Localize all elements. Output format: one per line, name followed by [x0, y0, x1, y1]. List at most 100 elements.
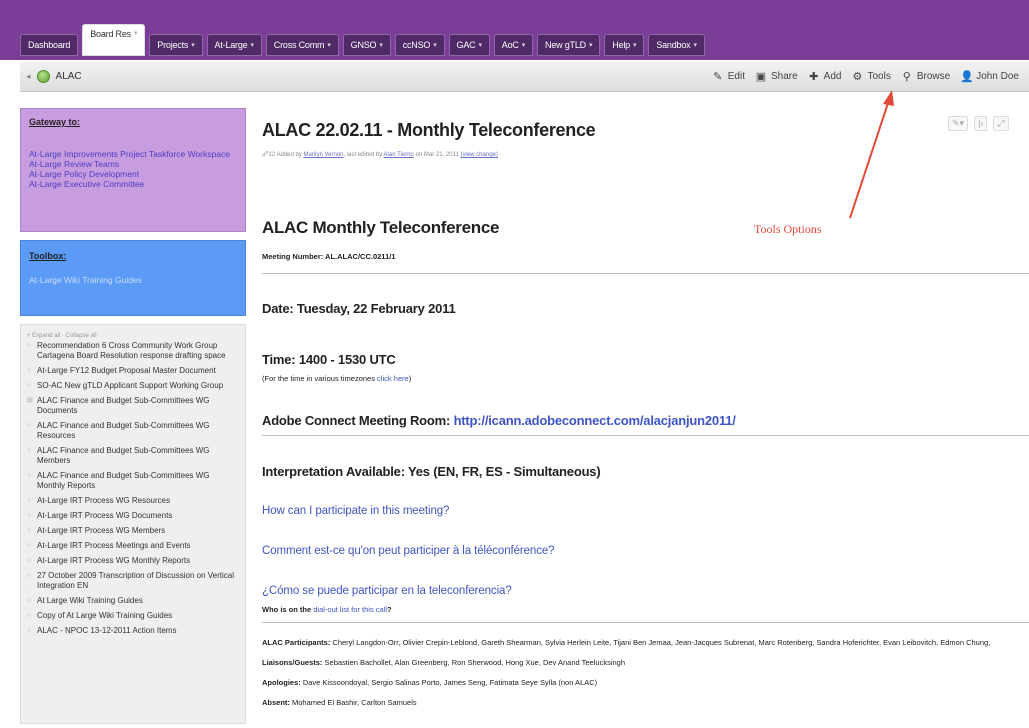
tree-item-label: ALAC Finance and Budget Sub-Committees W…	[37, 471, 210, 490]
tree-controls[interactable]: + Expand all · Collapse all	[27, 333, 239, 339]
page-byline: 🖉12 Added by Marilyn Vernon, last edited…	[262, 150, 1029, 160]
nav-tab-label: Dashboard	[28, 40, 71, 50]
tree-item[interactable]: ○ Recommendation 6 Cross Community Work G…	[27, 341, 239, 361]
nav-tab-gnso[interactable]: GNSO ▾	[342, 34, 391, 56]
tree-item-label: At-Large FY12 Budget Proposal Master Doc…	[37, 366, 216, 375]
browse-button[interactable]: ⚲ Browse	[901, 71, 950, 83]
gateway-link[interactable]: At-Large Executive Committee	[29, 179, 237, 189]
page-bullet-icon: ○	[27, 472, 32, 479]
tree-item[interactable]: ○ At-Large IRT Process Meetings and Event…	[27, 541, 239, 551]
participate-fr[interactable]: Comment est-ce qu'on peut participer à l…	[262, 545, 555, 557]
view-change-link[interactable]: (view change)	[461, 152, 498, 158]
tree-item[interactable]: ○ At-Large IRT Process WG Monthly Reports	[27, 556, 239, 566]
tree-item-label: At Large Wiki Training Guides	[37, 596, 143, 605]
nav-tab-label: ccNSO	[402, 40, 431, 50]
share-button[interactable]: ▣ Share	[755, 71, 798, 83]
divider	[262, 273, 1029, 274]
tree-item[interactable]: ○ Copy of At Large Wiki Training Guides	[27, 611, 239, 621]
add-button[interactable]: ✚ Add	[808, 71, 842, 83]
nav-tab-board-res[interactable]: Board Res ▾	[82, 24, 146, 56]
gateway-link[interactable]: At-Large Policy Development	[29, 169, 237, 179]
tree-item-label: Copy of At Large Wiki Training Guides	[37, 611, 173, 620]
nav-tab-label: Cross Comm	[273, 40, 325, 50]
tree-item[interactable]: ○ SO-AC New gTLD Applicant Support Workin…	[27, 381, 239, 391]
tree-item-label: At-Large IRT Process WG Documents	[37, 511, 173, 520]
nav-tab-aoc[interactable]: AoC ▾	[493, 34, 534, 56]
editor-link[interactable]: Alan Tierno	[384, 152, 414, 158]
dial-out-note: Who is on the dial-out list for this cal…	[262, 605, 392, 614]
edit-label: Edit	[727, 71, 745, 82]
participate-es[interactable]: ¿Cómo se puede participar en la teleconf…	[262, 585, 512, 597]
gateway-link[interactable]: At-Large Review Teams	[29, 159, 237, 169]
nav-tab-label: Projects	[157, 40, 189, 50]
dial-out-link[interactable]: dial-out list for this call	[313, 605, 387, 614]
absent-list: Mohamed El Bashir, Carlton Samuels	[289, 698, 417, 707]
tree-item-label: ALAC Finance and Budget Sub-Committees W…	[37, 446, 210, 465]
page-bullet-icon: ○	[27, 597, 32, 604]
tree-item[interactable]: ○ ALAC Finance and Budget Sub-Committees …	[27, 446, 239, 466]
adobe-connect-link[interactable]: http://icann.adobeconnect.com/alacjanjun…	[454, 413, 736, 428]
tree-item[interactable]: ○ ALAC Finance and Budget Sub-Committees …	[27, 471, 239, 491]
tree-item[interactable]: ○ ALAC Finance and Budget Sub-Committees …	[27, 421, 239, 441]
tree-item[interactable]: ○ At Large Wiki Training Guides	[27, 596, 239, 606]
adobe-label: Adobe Connect Meeting Room:	[262, 413, 454, 428]
liaisons: Liaisons/Guests: Sebastien Bachollet, Al…	[262, 658, 625, 667]
page-bullet-icon: ○	[27, 612, 32, 619]
nav-tab-at-large[interactable]: At-Large ▾	[206, 34, 262, 56]
adobe-connect: Adobe Connect Meeting Room: http://icann…	[262, 413, 736, 428]
participants-label: ALAC Participants:	[262, 638, 331, 647]
page-toolbar: ◂ ALAC ✎ Edit ▣ Share ✚ Add ⚙ Tools ⚲ Br…	[20, 62, 1029, 92]
tools-button[interactable]: ⚙ Tools	[851, 70, 891, 83]
tools-label: Tools	[867, 71, 891, 82]
timezones-link[interactable]: click here	[377, 374, 409, 383]
apologies-label: Apologies:	[262, 678, 301, 687]
nav-tab-gac[interactable]: GAC ▾	[448, 34, 490, 56]
left-sidebar: Gateway to: At-Large Improvements Projec…	[20, 108, 246, 724]
page-bullet-icon: ○	[27, 367, 32, 374]
nav-tab-dashboard[interactable]: Dashboard	[20, 34, 79, 56]
chevron-down-icon: ▾	[588, 42, 593, 49]
nav-tab-label: GNSO	[350, 40, 377, 50]
breadcrumb-space[interactable]: ALAC	[56, 71, 82, 82]
back-arrow-icon[interactable]: ◂	[26, 71, 31, 82]
interpretation: Interpretation Available: Yes (EN, FR, E…	[262, 464, 601, 479]
nav-tab-new-gtld[interactable]: New gTLD ▾	[537, 34, 601, 56]
page-bullet-icon: ○	[27, 527, 32, 534]
nav-tab-sandbox[interactable]: Sandbox ▾	[648, 34, 705, 56]
chevron-down-icon: ▾	[250, 42, 254, 49]
add-label: Add	[823, 71, 842, 82]
gear-icon: ⚙	[852, 70, 863, 83]
tree-items: ○ Recommendation 6 Cross Community Work G…	[27, 341, 239, 636]
tree-item[interactable]: ⊞ ALAC Finance and Budget Sub-Committees …	[27, 396, 239, 416]
gateway-link[interactable]: At-Large Improvements Project Taskforce …	[29, 149, 237, 159]
toolbox-link[interactable]: At-Large Wiki Training Guides	[29, 275, 237, 285]
nav-tab-help[interactable]: Help ▾	[604, 34, 645, 56]
nav-tab-cross-comm[interactable]: Cross Comm ▾	[265, 34, 339, 56]
byline-added: Added by	[276, 152, 302, 158]
nav-tab-projects[interactable]: Projects ▾	[149, 34, 203, 56]
author-link[interactable]: Marilyn Vernon	[303, 152, 343, 158]
breadcrumb: ◂ ALAC	[20, 70, 82, 83]
participants-list: Cheryl Langdon-Orr, Olivier Crepin-Leblo…	[330, 638, 991, 647]
tree-item[interactable]: ○ At-Large IRT Process WG Documents	[27, 511, 239, 521]
tree-item[interactable]: ○ ALAC - NPOC 13-12-2011 Action Items	[27, 626, 239, 636]
user-menu[interactable]: 👤 John Doe	[960, 71, 1019, 83]
main-content: ALAC 22.02.11 - Monthly Teleconference 🖉…	[262, 120, 1029, 728]
participate-en[interactable]: How can I participate in this meeting?	[262, 505, 449, 517]
nav-tab-ccnso[interactable]: ccNSO ▾	[394, 34, 445, 56]
tree-item[interactable]: ○ At-Large IRT Process WG Resources	[27, 496, 239, 506]
tree-item-label: At-Large IRT Process WG Resources	[37, 496, 171, 505]
tree-item[interactable]: ○ At-Large IRT Process WG Members	[27, 526, 239, 536]
edit-button[interactable]: ✎ Edit	[712, 71, 745, 83]
space-globe-icon	[36, 70, 50, 83]
tree-item-label: ALAC Finance and Budget Sub-Committees W…	[37, 421, 210, 440]
expand-icon[interactable]: ⊞	[27, 396, 33, 416]
chevron-down-icon: ▾	[433, 42, 437, 49]
user-name: John Doe	[976, 71, 1019, 82]
gateway-links: At-Large Improvements Project Taskforce …	[29, 149, 237, 189]
timezones-note: (For the time in various timezones click…	[262, 374, 411, 383]
tree-item[interactable]: ○ 27 October 2009 Transcription of Discus…	[27, 571, 239, 591]
tree-item[interactable]: ○ At-Large FY12 Budget Proposal Master Do…	[27, 366, 239, 376]
chevron-down-icon: ▾	[632, 42, 637, 49]
apologies-list: Dave Kissoondoyal, Sergio Salinas Porto,…	[300, 678, 598, 687]
